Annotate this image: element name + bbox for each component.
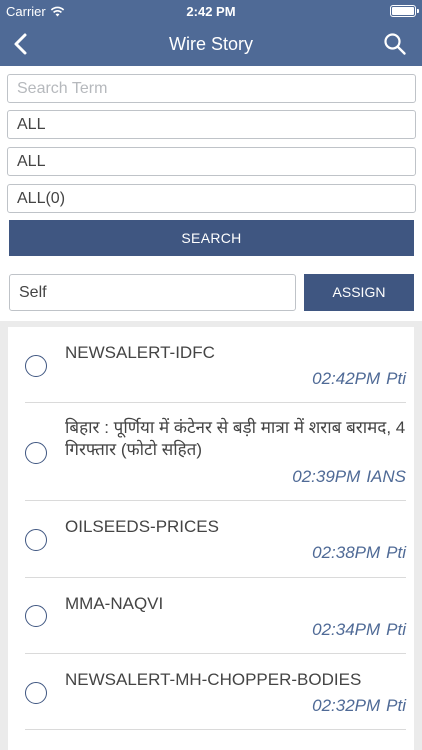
- radio-button[interactable]: [25, 355, 47, 377]
- filter-select-1[interactable]: ALL: [7, 110, 416, 139]
- story-source: Pti: [386, 369, 406, 388]
- story-title: MMA-NAQVI: [65, 594, 164, 613]
- story-source: Pti: [386, 696, 406, 715]
- filter-select-3[interactable]: ALL(0): [7, 184, 416, 213]
- filter-select-2[interactable]: ALL: [7, 147, 416, 176]
- story-title: NEWSALERT-IDFC: [65, 343, 215, 362]
- story-title: NEWSALERT-MH-CHOPPER-BODIES: [65, 670, 362, 689]
- story-meta: 02:38PM Pti: [312, 543, 406, 563]
- story-meta: 02:34PM Pti: [312, 620, 406, 640]
- story-time: 02:34PM: [312, 620, 381, 639]
- story-time: 02:32PM: [312, 696, 381, 715]
- list-item[interactable]: MMA-NAQVI 02:34PM Pti: [8, 578, 414, 654]
- page-title: Wire Story: [168, 34, 253, 54]
- status-time: 2:42 PM: [186, 4, 236, 19]
- list-item[interactable]: बिहार : पूर्णिया में कंटेनर से बड़ी मात्…: [8, 403, 414, 501]
- search-icon[interactable]: [382, 31, 408, 57]
- story-source: IANS: [366, 467, 406, 486]
- story-title: OILSEEDS-PRICES: [65, 517, 219, 536]
- divider: [25, 729, 406, 730]
- story-time: 02:42PM: [312, 369, 381, 388]
- assign-button[interactable]: ASSIGN: [304, 274, 414, 311]
- nav-bar: Wire Story: [0, 22, 422, 66]
- radio-button[interactable]: [25, 442, 47, 464]
- list-item[interactable]: NEWSALERT-MH-CHOPPER-BODIES 02:32PM Pti: [8, 654, 414, 730]
- story-meta: 02:42PM Pti: [312, 369, 406, 389]
- story-source: Pti: [386, 543, 406, 562]
- assign-input[interactable]: Self: [9, 274, 296, 311]
- radio-button[interactable]: [25, 529, 47, 551]
- search-input[interactable]: Search Term: [7, 74, 416, 103]
- story-title: बिहार : पूर्णिया में कंटेनर से बड़ी मात्…: [65, 418, 406, 459]
- story-time: 02:38PM: [312, 543, 381, 562]
- story-time: 02:39PM: [292, 467, 361, 486]
- list-item[interactable]: OILSEEDS-PRICES 02:38PM Pti: [8, 501, 414, 578]
- list-item[interactable]: NEWSALERT-IDFC 02:42PM Pti: [8, 327, 414, 403]
- status-bar: Carrier 2:42 PM: [0, 0, 422, 22]
- story-meta: 02:39PM IANS: [292, 467, 406, 487]
- radio-button[interactable]: [25, 682, 47, 704]
- story-meta: 02:32PM Pti: [312, 696, 406, 716]
- radio-button[interactable]: [25, 605, 47, 627]
- story-source: Pti: [386, 620, 406, 639]
- search-button[interactable]: SEARCH: [9, 220, 414, 256]
- battery-icon: [390, 5, 419, 17]
